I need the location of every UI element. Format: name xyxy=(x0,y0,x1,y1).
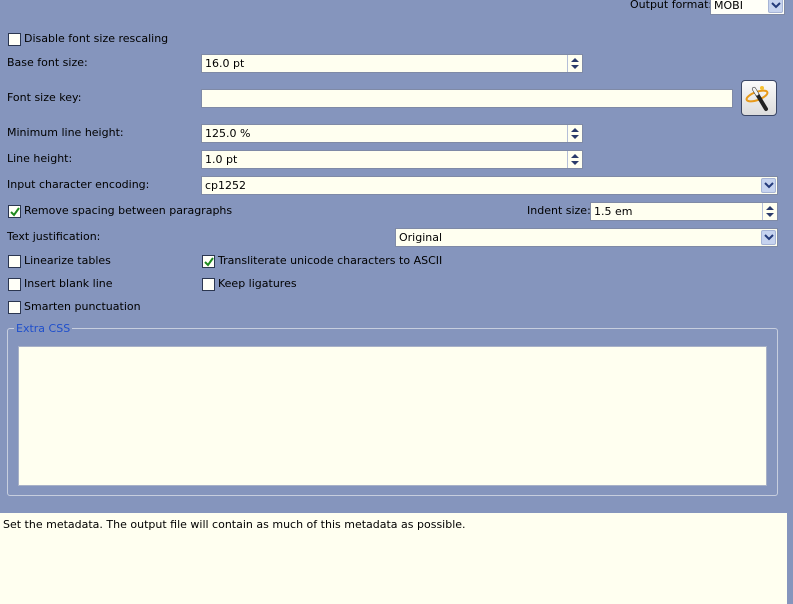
insert-blank-line-checkbox[interactable] xyxy=(8,278,21,291)
text-justification-label: Text justification: xyxy=(7,230,101,243)
smarten-punctuation-checkbox[interactable] xyxy=(8,301,21,314)
spin-arrows-icon[interactable] xyxy=(567,125,582,142)
remove-spacing-label: Remove spacing between paragraphs xyxy=(24,204,233,217)
transliterate-checkbox[interactable] xyxy=(202,255,215,268)
font-size-key-input[interactable] xyxy=(201,89,733,108)
base-font-size-value: 16.0 pt xyxy=(205,57,245,70)
min-line-height-label: Minimum line height: xyxy=(7,126,124,139)
text-justification-value: Original xyxy=(399,231,443,244)
linearize-tables-label: Linearize tables xyxy=(24,254,111,267)
transliterate-label: Transliterate unicode characters to ASCI… xyxy=(218,254,443,267)
disable-font-rescaling-checkbox[interactable] xyxy=(8,33,21,46)
line-height-spinbox[interactable]: 1.0 pt xyxy=(201,150,583,169)
font-size-key-label: Font size key: xyxy=(7,91,82,104)
help-text-box: Set the metadata. The output file will c… xyxy=(0,513,787,604)
input-encoding-combo[interactable]: cp1252 xyxy=(201,176,778,195)
extra-css-textarea[interactable] xyxy=(18,346,767,486)
line-height-value: 1.0 pt xyxy=(205,153,238,166)
checkmark-icon xyxy=(204,257,214,267)
min-line-height-spinbox[interactable]: 125.0 % xyxy=(201,124,583,143)
checkmark-icon xyxy=(10,207,20,217)
indent-size-spinbox[interactable]: 1.5 em xyxy=(590,202,778,221)
help-text: Set the metadata. The output file will c… xyxy=(3,518,466,531)
indent-size-value: 1.5 em xyxy=(594,205,633,218)
keep-ligatures-label: Keep ligatures xyxy=(218,277,297,290)
base-font-size-label: Base font size: xyxy=(7,56,88,69)
output-format-label: Output format: xyxy=(630,0,713,11)
base-font-size-spinbox[interactable]: 16.0 pt xyxy=(201,54,583,73)
input-encoding-label: Input character encoding: xyxy=(7,178,150,191)
line-height-label: Line height: xyxy=(7,152,73,165)
spin-arrows-icon[interactable] xyxy=(762,203,777,220)
spin-arrows-icon[interactable] xyxy=(567,151,582,168)
remove-spacing-checkbox[interactable] xyxy=(8,205,21,218)
output-format-select[interactable]: MOBI xyxy=(710,0,785,15)
input-encoding-value: cp1252 xyxy=(205,179,247,192)
keep-ligatures-checkbox[interactable] xyxy=(202,278,215,291)
output-format-value: MOBI xyxy=(714,0,743,12)
font-size-wizard-button[interactable] xyxy=(741,80,777,116)
min-line-height-value: 125.0 % xyxy=(205,127,251,140)
insert-blank-line-label: Insert blank line xyxy=(24,277,113,290)
chevron-down-icon[interactable] xyxy=(761,178,776,193)
linearize-tables-checkbox[interactable] xyxy=(8,255,21,268)
chevron-down-icon[interactable] xyxy=(768,0,783,13)
text-justification-combo[interactable]: Original xyxy=(395,228,778,247)
spin-arrows-icon[interactable] xyxy=(567,55,582,72)
disable-font-rescaling-label: Disable font size rescaling xyxy=(24,32,169,45)
magic-wand-icon xyxy=(745,86,769,111)
chevron-down-icon[interactable] xyxy=(761,230,776,245)
smarten-punctuation-label: Smarten punctuation xyxy=(24,300,141,313)
extra-css-title: Extra CSS xyxy=(14,322,73,335)
indent-size-label: Indent size: xyxy=(527,204,591,217)
